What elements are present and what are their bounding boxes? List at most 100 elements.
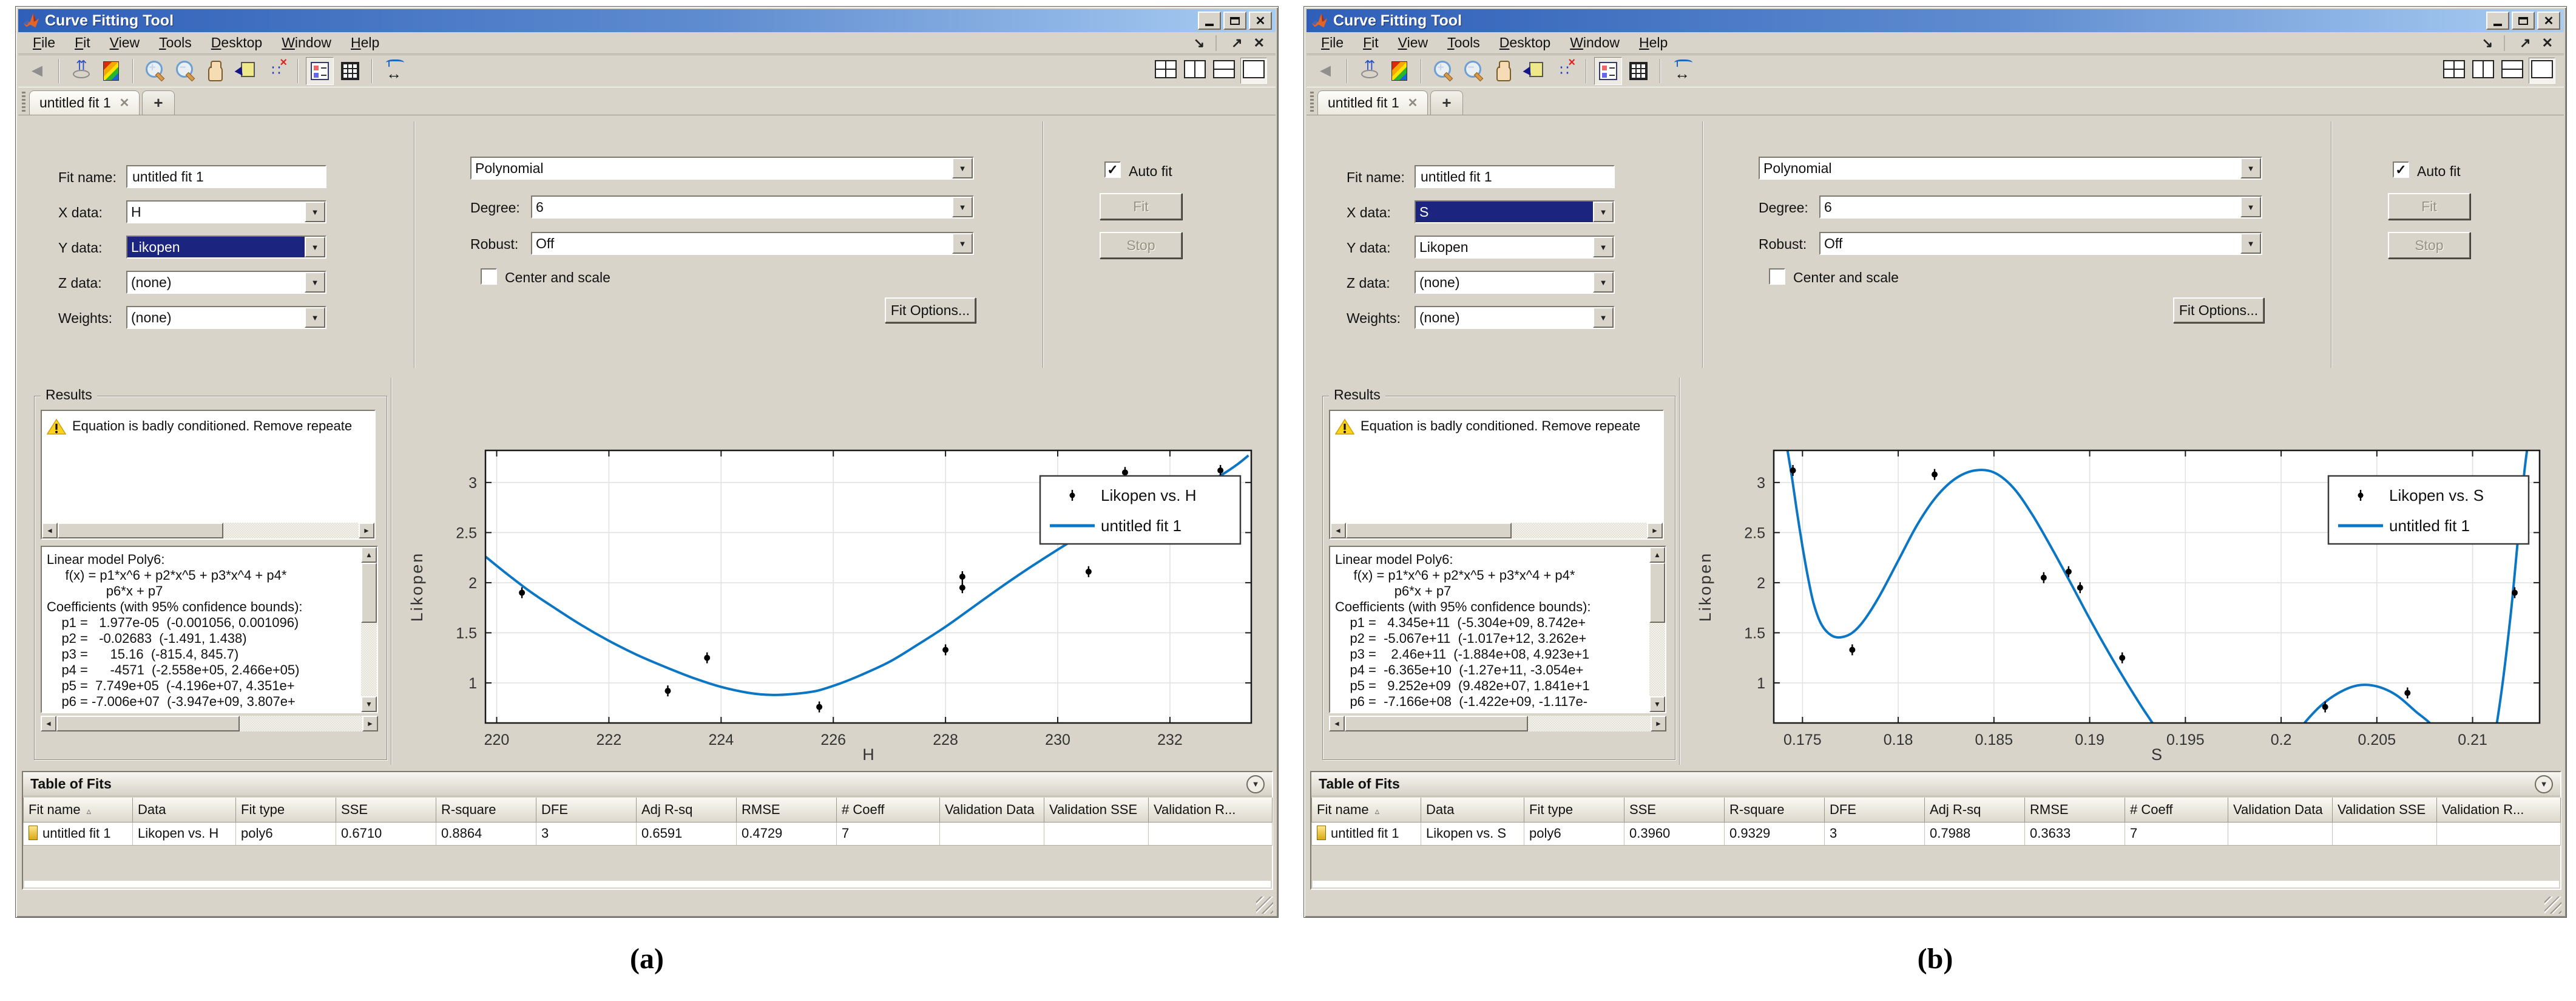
column-header-data[interactable]: Data	[132, 798, 236, 823]
fit-row[interactable]: untitled fit 1 Likopen vs. Hpoly6 0.6710 0.…	[23, 821, 1273, 846]
scrollbar-track[interactable]	[1649, 563, 1665, 696]
close-document-icon[interactable]: ✕	[2542, 35, 2553, 51]
plot-legend[interactable]: Likopen vs. S untitled fit 1	[2327, 475, 2530, 545]
x-data-dropdown[interactable]: H ▼	[126, 200, 326, 223]
close-document-icon[interactable]: ✕	[1254, 35, 1265, 51]
fit-options-button[interactable]: Fit Options...	[2173, 297, 2264, 323]
column-header-rmse[interactable]: RMSE	[2024, 798, 2125, 823]
results-text-box[interactable]: Linear model Poly6: f(x) = p1*x^6 + p2*x…	[41, 546, 378, 713]
column-header-fit-type[interactable]: Fit type	[235, 798, 336, 823]
layout-two-horizontal-button[interactable]	[1211, 58, 1237, 83]
plot-legend[interactable]: Likopen vs. H untitled fit 1	[1039, 475, 1242, 545]
scroll-left-icon[interactable]: ◄	[1329, 716, 1345, 731]
menu-fit[interactable]: Fit	[1353, 33, 1388, 53]
dock-icon[interactable]: ↘	[1194, 35, 1217, 51]
fit-button[interactable]: Fit	[1100, 193, 1182, 220]
column-header-dfe[interactable]: DFE	[1824, 798, 1925, 823]
tab-untitled-fit-1[interactable]: untitled fit 1 ✕	[1317, 90, 1428, 115]
colormap-button[interactable]	[1385, 57, 1413, 85]
column-header-validation-sse[interactable]: Validation SSE	[2332, 798, 2437, 823]
title-bar[interactable]: Curve Fitting Tool ✕	[1307, 9, 2564, 32]
scrollbar-thumb[interactable]	[1346, 523, 1512, 538]
column-header-dfe[interactable]: DFE	[536, 798, 637, 823]
auto-fit-checkbox[interactable]: ✓	[1104, 161, 1121, 178]
results-text-box[interactable]: Linear model Poly6: f(x) = p1*x^6 + p2*x…	[1329, 546, 1666, 713]
layout-single-button[interactable]	[1240, 58, 1267, 84]
pan-button[interactable]	[1490, 57, 1518, 85]
dropdown-arrow-icon[interactable]: ▼	[305, 307, 325, 328]
scroll-up-icon[interactable]: ▲	[361, 547, 377, 563]
column-header--coeff[interactable]: # Coeff	[2125, 798, 2228, 823]
dropdown-arrow-icon[interactable]: ▼	[1593, 307, 1614, 328]
menu-window[interactable]: Window	[1560, 33, 1629, 53]
dropdown-arrow-icon[interactable]: ▼	[952, 158, 973, 178]
fit-row[interactable]: untitled fit 1 Likopen vs. Spoly6 0.3960 0.…	[1311, 821, 2561, 846]
title-bar[interactable]: Curve Fitting Tool ✕	[18, 9, 1276, 32]
exclude-outliers-button[interactable]: ∷	[262, 56, 290, 85]
layout-two-vertical-button[interactable]	[2470, 58, 2496, 83]
data-cursor-button[interactable]	[1520, 57, 1548, 85]
dropdown-arrow-icon[interactable]: ▼	[1593, 272, 1614, 293]
exclude-outliers-button[interactable]: ∷	[1550, 56, 1578, 85]
fit-options-button[interactable]: Fit Options...	[885, 297, 976, 323]
collapse-panel-button[interactable]: ▼	[2535, 775, 2553, 793]
tab-untitled-fit-1[interactable]: untitled fit 1 ✕	[29, 90, 140, 115]
zoom-in-button[interactable]: +	[1429, 57, 1457, 85]
fit-button[interactable]: Fit	[2388, 193, 2470, 220]
dropdown-arrow-icon[interactable]: ▼	[305, 237, 325, 257]
menu-fit[interactable]: Fit	[65, 33, 100, 53]
tab-grip[interactable]	[1310, 92, 1314, 114]
menu-file[interactable]: File	[1311, 33, 1353, 53]
column-header-validation-r-[interactable]: Validation R...	[1148, 798, 1273, 823]
column-header-r-square[interactable]: R-square	[1724, 798, 1825, 823]
layout-quad-button[interactable]	[1153, 58, 1178, 83]
new-tab-button[interactable]: +	[142, 90, 175, 115]
axes-limits-button[interactable]: ↔	[1668, 57, 1696, 85]
dropdown-arrow-icon[interactable]: ▼	[2240, 158, 2261, 178]
close-button[interactable]: ✕	[2537, 12, 2560, 30]
fit-type-dropdown[interactable]: Polynomial ▼	[1759, 157, 2262, 180]
scroll-left-icon[interactable]: ◄	[1330, 523, 1346, 538]
center-and-scale-checkbox[interactable]	[1769, 268, 1785, 285]
scroll-right-icon[interactable]: ►	[359, 523, 374, 538]
data-cursor-button[interactable]	[232, 57, 260, 85]
layout-single-button[interactable]	[2529, 58, 2555, 84]
fit-name-input[interactable]	[1415, 165, 1615, 188]
degree-dropdown[interactable]: 6 ▼	[531, 195, 974, 219]
scroll-down-icon[interactable]: ▼	[361, 696, 377, 712]
dropdown-arrow-icon[interactable]: ▼	[1593, 237, 1614, 257]
scrollbar-track[interactable]	[1345, 716, 1651, 731]
column-header-adj-r-sq[interactable]: Adj R-sq	[1924, 798, 2025, 823]
scroll-left-icon[interactable]: ◄	[41, 716, 56, 731]
scrollbar-thumb[interactable]	[1649, 563, 1665, 623]
menu-desktop[interactable]: Desktop	[201, 33, 272, 53]
dropdown-arrow-icon[interactable]: ▼	[2240, 197, 2261, 217]
column-header-adj-r-sq[interactable]: Adj R-sq	[636, 798, 737, 823]
column-header-fit-name[interactable]: Fit name ▵	[23, 798, 133, 823]
tab-close-icon[interactable]: ✕	[120, 95, 130, 110]
legend-button[interactable]	[1594, 56, 1622, 85]
dropdown-arrow-icon[interactable]: ▼	[1593, 202, 1614, 222]
select-arrow-button[interactable]: ◄	[1311, 57, 1339, 85]
column-header--coeff[interactable]: # Coeff	[836, 798, 940, 823]
robust-dropdown[interactable]: Off ▼	[531, 232, 974, 255]
close-button[interactable]: ✕	[1249, 12, 1272, 30]
select-arrow-button[interactable]: ◄	[23, 57, 51, 85]
zoom-out-button[interactable]: −	[1459, 57, 1487, 85]
scrollbar-thumb[interactable]	[361, 563, 377, 623]
scroll-left-icon[interactable]: ◄	[42, 523, 58, 538]
undock-icon[interactable]: ↗	[1231, 35, 1242, 51]
warning-horizontal-scrollbar[interactable]: ◄ ►	[1330, 523, 1663, 538]
menu-desktop[interactable]: Desktop	[1490, 33, 1560, 53]
robust-dropdown[interactable]: Off ▼	[1819, 232, 2262, 255]
results-horizontal-scrollbar[interactable]: ◄ ►	[1329, 716, 1666, 731]
colormap-button[interactable]	[97, 57, 125, 85]
stop-button[interactable]: Stop	[1100, 232, 1182, 259]
column-header-data[interactable]: Data	[1421, 798, 1524, 823]
column-header-validation-data[interactable]: Validation Data	[939, 798, 1044, 823]
column-header-fit-name[interactable]: Fit name ▵	[1311, 798, 1421, 823]
menu-view[interactable]: View	[100, 33, 149, 53]
results-vertical-scrollbar[interactable]: ▲ ▼	[1649, 547, 1665, 712]
menu-tools[interactable]: Tools	[149, 33, 201, 53]
dropdown-arrow-icon[interactable]: ▼	[305, 272, 325, 293]
